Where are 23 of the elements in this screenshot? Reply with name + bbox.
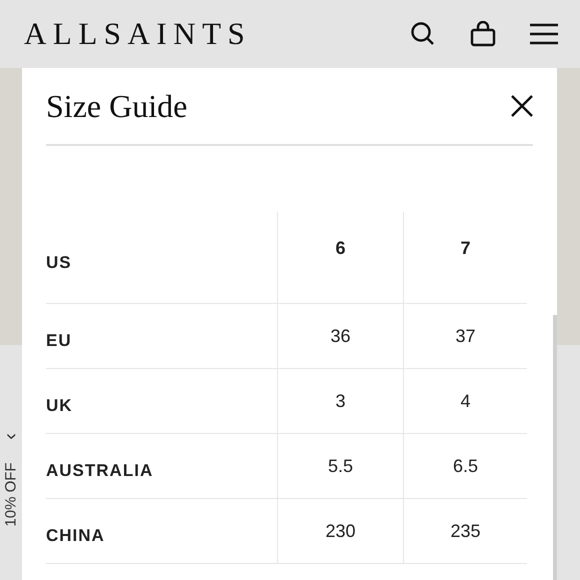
column-header: 6 <box>277 212 403 304</box>
table-cell: 4 <box>403 369 527 434</box>
search-icon[interactable] <box>410 21 436 47</box>
table-cell: 5.5 <box>277 434 403 499</box>
table-cell: 37 <box>403 304 527 369</box>
logo[interactable]: ALLSAINTS <box>24 16 376 52</box>
row-header: US <box>46 212 277 304</box>
bag-icon[interactable] <box>470 21 496 47</box>
close-icon[interactable] <box>511 95 533 117</box>
row-header: UK <box>46 369 277 434</box>
row-header: CHINA <box>46 499 277 564</box>
table-cell: 36 <box>277 304 403 369</box>
table-cell: 235 <box>403 499 527 564</box>
modal-title: Size Guide <box>46 88 188 124</box>
promo-tab[interactable]: 10% OFF <box>2 462 20 527</box>
menu-icon[interactable] <box>530 23 558 45</box>
row-header: EU <box>46 304 277 369</box>
table-cell: 6.5 <box>403 434 527 499</box>
table-cell: 3 <box>277 369 403 434</box>
row-header: AUSTRALIA <box>46 434 277 499</box>
column-header: 7 <box>403 212 527 304</box>
chevron-icon[interactable]: › <box>0 433 22 440</box>
table-cell: 230 <box>277 499 403 564</box>
